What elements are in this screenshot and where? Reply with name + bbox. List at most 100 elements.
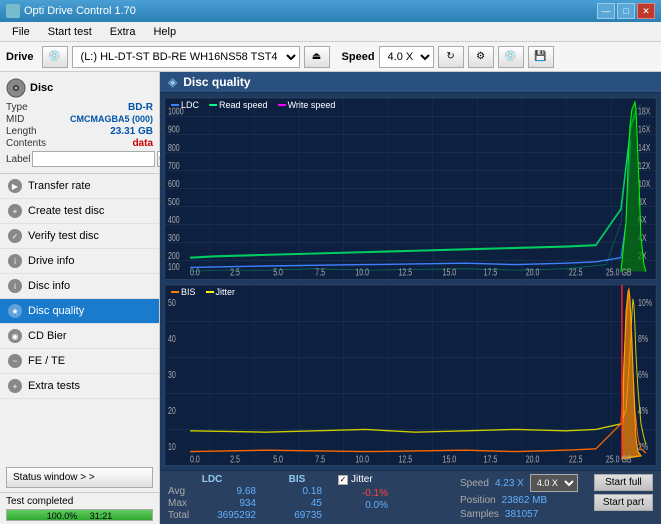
progress-text: 100.0% 31:21 xyxy=(7,510,152,522)
svg-text:25.0 GB: 25.0 GB xyxy=(606,453,632,464)
drive-select[interactable]: (L:) HL-DT-ST BD-RE WH16NS58 TST4 xyxy=(72,46,300,68)
speed-select[interactable]: 4.0 X xyxy=(379,46,434,68)
position-label: Position xyxy=(460,495,496,506)
disc-icon xyxy=(6,78,26,98)
close-button[interactable]: ✕ xyxy=(637,3,655,19)
main-layout: Disc Type BD-R MID CMCMAGBA5 (000) Lengt… xyxy=(0,72,661,524)
speed-label: Speed xyxy=(342,51,375,63)
svg-text:10.0: 10.0 xyxy=(355,453,369,464)
nav-items: ▶ Transfer rate + Create test disc ✓ Ver… xyxy=(0,174,159,463)
svg-text:18X: 18X xyxy=(638,105,651,116)
ldc-avg-label: Avg xyxy=(168,486,198,497)
svg-text:15.0: 15.0 xyxy=(443,267,457,278)
chart2: BIS Jitter 50 40 30 20 10 xyxy=(164,284,657,467)
bis-stats: BIS 0.18 45 69735 xyxy=(272,474,322,521)
svg-text:15.0: 15.0 xyxy=(443,453,457,464)
sidebar-item-fe-te[interactable]: ~ FE / TE xyxy=(0,349,159,374)
type-label: Type xyxy=(6,102,28,113)
position-value: 23862 MB xyxy=(502,495,548,506)
content-header: ◈ Disc quality xyxy=(160,72,661,93)
svg-text:2.5: 2.5 xyxy=(230,453,240,464)
stats-bar: LDC Avg 9.68 Max 934 Total 3695292 BIS xyxy=(160,470,661,524)
jitter-checkbox[interactable]: ✓ xyxy=(338,475,348,485)
start-part-button[interactable]: Start part xyxy=(594,494,653,511)
svg-text:100: 100 xyxy=(168,261,180,272)
sidebar-item-create-test-disc[interactable]: + Create test disc xyxy=(0,199,159,224)
fe-te-icon: ~ xyxy=(8,354,22,368)
svg-text:10%: 10% xyxy=(638,296,652,307)
refresh-button[interactable]: ↻ xyxy=(438,46,464,68)
svg-text:22.5: 22.5 xyxy=(569,267,583,278)
extra-tests-icon: + xyxy=(8,379,22,393)
minimize-button[interactable]: — xyxy=(597,3,615,19)
speed-stat-value: 4.23 X xyxy=(495,478,524,489)
app-icon xyxy=(6,4,20,18)
ldc-total-label: Total xyxy=(168,510,198,521)
ldc-header: LDC xyxy=(168,474,256,485)
svg-text:17.5: 17.5 xyxy=(484,453,498,464)
transfer-rate-icon: ▶ xyxy=(8,179,22,193)
status-window-button[interactable]: Status window > > xyxy=(6,467,153,488)
content-area: ◈ Disc quality LDC Read speed Write spee… xyxy=(160,72,661,524)
sidebar-item-disc-info[interactable]: i Disc info xyxy=(0,274,159,299)
label-input[interactable] xyxy=(32,151,155,167)
menu-file[interactable]: File xyxy=(4,24,38,40)
save-button[interactable]: 💾 xyxy=(528,46,554,68)
ldc-max-value: 934 xyxy=(206,498,256,509)
svg-text:600: 600 xyxy=(168,178,180,189)
status-bar: Test completed 100.0% 31:21 xyxy=(0,492,159,524)
svg-text:10: 10 xyxy=(168,441,176,452)
svg-text:5.0: 5.0 xyxy=(273,453,283,464)
menu-help[interactable]: Help xyxy=(145,24,184,40)
bis-header: BIS xyxy=(272,474,322,485)
menu-bar: File Start test Extra Help xyxy=(0,22,661,42)
svg-text:0.0: 0.0 xyxy=(190,453,200,464)
sidebar-item-transfer-rate[interactable]: ▶ Transfer rate xyxy=(0,174,159,199)
bis-avg-value: 0.18 xyxy=(272,486,322,497)
svg-text:7.5: 7.5 xyxy=(315,453,325,464)
sidebar-item-cd-bier[interactable]: ◉ CD Bier xyxy=(0,324,159,349)
mid-value: CMCMAGBA5 (000) xyxy=(70,114,153,125)
menu-extra[interactable]: Extra xyxy=(102,24,144,40)
sidebar-item-disc-quality[interactable]: ★ Disc quality xyxy=(0,299,159,324)
disc-button[interactable]: 💿 xyxy=(498,46,524,68)
eject-button[interactable]: ⏏ xyxy=(304,46,330,68)
sidebar-item-drive-info[interactable]: i Drive info xyxy=(0,249,159,274)
disc-info-icon: i xyxy=(8,279,22,293)
speed-stat-select[interactable]: 4.0 X xyxy=(530,474,578,492)
maximize-button[interactable]: □ xyxy=(617,3,635,19)
menu-start-test[interactable]: Start test xyxy=(40,24,100,40)
chart1: LDC Read speed Write speed 1000 900 xyxy=(164,97,657,280)
svg-text:20: 20 xyxy=(168,404,176,415)
ldc-total-value: 3695292 xyxy=(206,510,256,521)
svg-text:20.0: 20.0 xyxy=(526,267,540,278)
svg-text:800: 800 xyxy=(168,142,180,153)
start-full-button[interactable]: Start full xyxy=(594,474,653,491)
drive-icon-btn[interactable]: 💿 xyxy=(42,46,68,68)
jitter-max-value: 0.0% xyxy=(338,500,388,511)
action-buttons: Start full Start part xyxy=(594,474,653,511)
bis-total-value: 69735 xyxy=(272,510,322,521)
svg-text:12.5: 12.5 xyxy=(398,453,412,464)
svg-text:500: 500 xyxy=(168,196,180,207)
sidebar-item-verify-test-disc[interactable]: ✓ Verify test disc xyxy=(0,224,159,249)
chart2-svg: 50 40 30 20 10 10% 8% 6% 4% 2% xyxy=(165,285,656,466)
svg-text:25.0 GB: 25.0 GB xyxy=(606,267,632,278)
svg-text:16X: 16X xyxy=(638,124,651,135)
svg-text:12X: 12X xyxy=(638,160,651,171)
verify-test-disc-icon: ✓ xyxy=(8,229,22,243)
jitter-stats: ✓ Jitter -0.1% 0.0% xyxy=(338,474,388,511)
length-value: 23.31 GB xyxy=(110,126,153,137)
sidebar-item-extra-tests[interactable]: + Extra tests xyxy=(0,374,159,399)
jitter-label: Jitter xyxy=(351,474,373,485)
app-title: Opti Drive Control 1.70 xyxy=(24,5,136,17)
drive-toolbar: Drive 💿 (L:) HL-DT-ST BD-RE WH16NS58 TST… xyxy=(0,42,661,72)
svg-text:1000: 1000 xyxy=(168,105,184,116)
ldc-stats: LDC Avg 9.68 Max 934 Total 3695292 xyxy=(168,474,256,521)
svg-text:50: 50 xyxy=(168,296,176,307)
sidebar: Disc Type BD-R MID CMCMAGBA5 (000) Lengt… xyxy=(0,72,160,524)
title-bar: Opti Drive Control 1.70 — □ ✕ xyxy=(0,0,661,22)
mid-label: MID xyxy=(6,114,24,125)
settings-button[interactable]: ⚙ xyxy=(468,46,494,68)
svg-text:5.0: 5.0 xyxy=(273,267,283,278)
